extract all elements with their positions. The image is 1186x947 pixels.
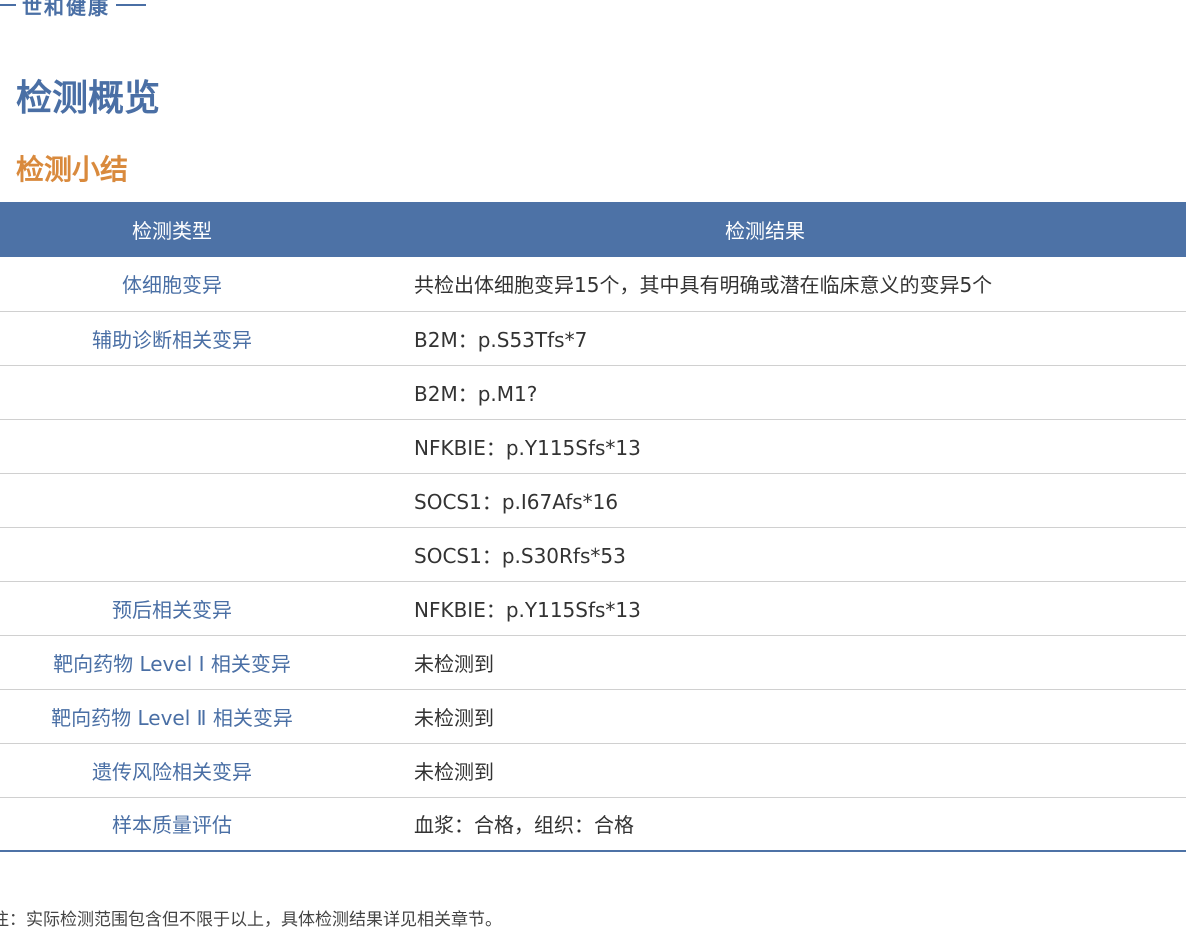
table-row: 样本质量评估 血浆：合格，组织：合格 [0, 797, 1186, 851]
row-type: 体细胞变异 [122, 273, 222, 298]
table-row: 靶向药物 Level Ⅱ 相关变异 未检测到 [0, 689, 1186, 743]
row-type: 样本质量评估 [112, 813, 232, 838]
table-row: SOCS1：p.I67Afs*16 [0, 473, 1186, 527]
header-result: 检测结果 [725, 219, 805, 243]
row-type [0, 419, 344, 473]
row-type: 预后相关变异 [112, 597, 232, 622]
brand-line-right [116, 4, 146, 6]
brand-logo: 世和健康 [0, 0, 146, 19]
row-result: NFKBIE：p.Y115Sfs*13 [414, 435, 641, 460]
brand-line-left [0, 4, 16, 6]
row-result: 未检测到 [414, 651, 494, 676]
table-header-row: 检测类型 检测结果 [0, 202, 1186, 257]
row-type [0, 527, 344, 581]
page-title: 检测概览 [16, 78, 161, 119]
table-row: 预后相关变异 NFKBIE：p.Y115Sfs*13 [0, 581, 1186, 635]
table-row: 体细胞变异 共检出体细胞变异15个，其中具有明确或潜在临床意义的变异5个 [0, 257, 1186, 311]
row-type: 靶向药物 Level Ⅰ 相关变异 [53, 651, 291, 676]
brand-name: 世和健康 [22, 0, 110, 19]
row-result: B2M：p.M1? [414, 381, 538, 406]
row-type [0, 473, 344, 527]
row-type: 辅助诊断相关变异 [92, 327, 252, 352]
table-row: B2M：p.M1? [0, 365, 1186, 419]
table-row: NFKBIE：p.Y115Sfs*13 [0, 419, 1186, 473]
header-type: 检测类型 [132, 219, 212, 243]
row-result: 未检测到 [414, 705, 494, 730]
row-type: 遗传风险相关变异 [92, 759, 252, 784]
summary-table: 检测类型 检测结果 体细胞变异 共检出体细胞变异15个，其中具有明确或潜在临床意… [0, 202, 1186, 852]
table-row: SOCS1：p.S30Rfs*53 [0, 527, 1186, 581]
row-result: 未检测到 [414, 759, 494, 784]
table-row: 遗传风险相关变异 未检测到 [0, 743, 1186, 797]
row-result: 共检出体细胞变异15个，其中具有明确或潜在临床意义的变异5个 [414, 273, 993, 298]
row-result: SOCS1：p.S30Rfs*53 [414, 543, 626, 568]
footnote: 注：实际检测范围包含但不限于以上，具体检测结果详见相关章节。 [0, 910, 502, 930]
row-type: 靶向药物 Level Ⅱ 相关变异 [51, 705, 293, 730]
section-title: 检测小结 [16, 153, 129, 186]
row-result: 血浆：合格，组织：合格 [414, 813, 634, 838]
row-result: B2M：p.S53Tfs*7 [414, 327, 588, 352]
table-row: 靶向药物 Level Ⅰ 相关变异 未检测到 [0, 635, 1186, 689]
row-result: SOCS1：p.I67Afs*16 [414, 489, 619, 514]
row-result: NFKBIE：p.Y115Sfs*13 [414, 597, 641, 622]
row-type [0, 365, 344, 419]
table-row: 辅助诊断相关变异 B2M：p.S53Tfs*7 [0, 311, 1186, 365]
